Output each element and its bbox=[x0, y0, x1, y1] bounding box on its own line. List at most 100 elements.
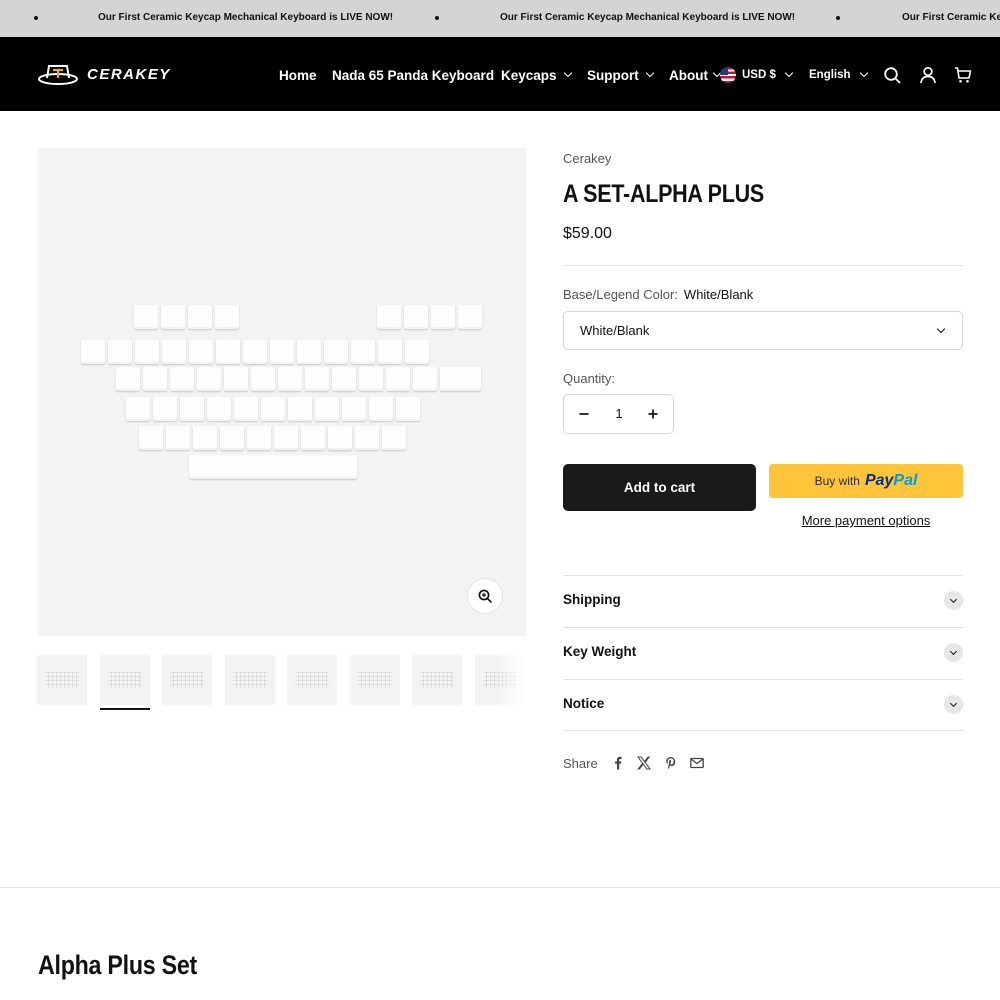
thumbnail[interactable] bbox=[100, 655, 150, 705]
nav-nada-65[interactable]: Nada 65 Panda Keyboard bbox=[332, 66, 494, 84]
language-selector[interactable]: English bbox=[809, 66, 868, 84]
keycap bbox=[440, 367, 481, 391]
paypal-button[interactable]: Buy with PayPal bbox=[769, 464, 963, 498]
keycap bbox=[278, 367, 302, 391]
thumbnail-image bbox=[45, 672, 79, 688]
keycap bbox=[189, 455, 357, 479]
paypal-logo: PayPal bbox=[865, 472, 917, 490]
keycap bbox=[193, 426, 217, 450]
keycap bbox=[301, 426, 325, 450]
nav-label: Nada 65 Panda Keyboard bbox=[332, 67, 495, 83]
keycap bbox=[247, 426, 271, 450]
thumbnail[interactable] bbox=[287, 655, 337, 705]
quantity-input[interactable]: 1 bbox=[604, 406, 634, 421]
nav-keycaps[interactable]: Keycaps bbox=[501, 66, 572, 84]
paypal-logo-part: Pal bbox=[893, 472, 918, 489]
keycap bbox=[215, 305, 239, 329]
search-icon[interactable] bbox=[883, 66, 901, 84]
divider bbox=[563, 730, 963, 731]
announcement-text[interactable]: Our First Ceramic Keycap Mechanical Keyb… bbox=[902, 12, 1000, 23]
chevron-down-icon bbox=[944, 591, 963, 610]
thumbnail[interactable] bbox=[350, 655, 400, 705]
thumbnail-strip bbox=[37, 655, 525, 711]
product-vendor[interactable]: Cerakey bbox=[563, 151, 611, 166]
keycap bbox=[305, 367, 329, 391]
keycap bbox=[274, 426, 298, 450]
keycap bbox=[413, 367, 437, 391]
announcement-dot bbox=[34, 16, 38, 20]
keycap bbox=[315, 397, 339, 421]
thumbnail[interactable] bbox=[225, 655, 275, 705]
thumbnail-image bbox=[108, 672, 142, 688]
divider bbox=[563, 265, 963, 266]
chevron-down-icon bbox=[944, 643, 963, 662]
keycap bbox=[404, 305, 428, 329]
keycap bbox=[224, 367, 248, 391]
keycap bbox=[342, 397, 366, 421]
announcement-text[interactable]: Our First Ceramic Keycap Mechanical Keyb… bbox=[98, 12, 393, 23]
accordion-notice[interactable]: Notice bbox=[563, 679, 963, 731]
decrease-quantity-button[interactable] bbox=[564, 395, 604, 433]
thumbnail[interactable] bbox=[162, 655, 212, 705]
select-value: White/Blank bbox=[580, 323, 650, 338]
keycap bbox=[355, 426, 379, 450]
facebook-icon[interactable] bbox=[611, 756, 625, 770]
currency-label: USD $ bbox=[742, 69, 776, 81]
thumbnail[interactable] bbox=[37, 655, 87, 705]
keycap bbox=[396, 397, 420, 421]
keycap bbox=[108, 340, 132, 364]
option-name: Base/Legend Color: bbox=[563, 287, 678, 302]
announcement-text[interactable]: Our First Ceramic Keycap Mechanical Keyb… bbox=[500, 12, 795, 23]
keycap bbox=[197, 367, 221, 391]
accordion-key-weight[interactable]: Key Weight bbox=[563, 627, 963, 679]
keycap bbox=[134, 305, 158, 329]
nav-home[interactable]: Home bbox=[279, 66, 317, 84]
nav-label: About bbox=[669, 67, 708, 83]
keycap bbox=[153, 397, 177, 421]
keycap bbox=[351, 340, 375, 364]
email-icon[interactable] bbox=[690, 756, 704, 770]
chevron-down-icon bbox=[784, 68, 794, 78]
announcement-dot bbox=[836, 16, 840, 20]
cart-icon[interactable] bbox=[954, 66, 972, 84]
brand-logo[interactable]: CERAKEY bbox=[37, 61, 171, 87]
pinterest-icon[interactable] bbox=[664, 756, 678, 770]
keycap bbox=[288, 397, 312, 421]
keycap bbox=[188, 305, 212, 329]
x-icon[interactable] bbox=[637, 756, 651, 770]
account-icon[interactable] bbox=[919, 66, 937, 84]
keycap bbox=[405, 340, 429, 364]
add-to-cart-button[interactable]: Add to cart bbox=[563, 464, 756, 511]
keycap bbox=[162, 340, 186, 364]
zoom-in-icon bbox=[478, 589, 492, 603]
option-current-value: White/Blank bbox=[683, 287, 754, 302]
keycap bbox=[382, 426, 406, 450]
plus-icon bbox=[648, 409, 658, 419]
keycap bbox=[458, 305, 482, 329]
nav-about[interactable]: About bbox=[669, 66, 722, 84]
keycap bbox=[180, 397, 204, 421]
keycap bbox=[189, 340, 213, 364]
keycap bbox=[143, 367, 167, 391]
nav-label: Support bbox=[587, 67, 639, 83]
thumbnail-image bbox=[295, 672, 329, 688]
increase-quantity-button[interactable] bbox=[633, 395, 673, 433]
keycap bbox=[135, 340, 159, 364]
keycap bbox=[324, 340, 348, 364]
keycap bbox=[369, 397, 393, 421]
product-main-image[interactable] bbox=[38, 148, 526, 636]
zoom-button[interactable] bbox=[467, 578, 503, 614]
nav-support[interactable]: Support bbox=[587, 66, 654, 84]
keycap bbox=[378, 340, 402, 364]
thumbnail[interactable] bbox=[412, 655, 462, 705]
accordion-shipping[interactable]: Shipping bbox=[563, 575, 963, 627]
accordion-title: Key Weight bbox=[563, 644, 637, 659]
thumbnail-image bbox=[420, 672, 454, 688]
keycap bbox=[261, 397, 285, 421]
more-payment-options-link[interactable]: More payment options bbox=[769, 513, 963, 528]
color-select[interactable]: White/Blank bbox=[563, 311, 963, 350]
currency-selector[interactable]: USD $ bbox=[720, 66, 794, 84]
keycap bbox=[234, 397, 258, 421]
keycap bbox=[116, 367, 140, 391]
paypal-logo-part: Pay bbox=[864, 472, 894, 489]
